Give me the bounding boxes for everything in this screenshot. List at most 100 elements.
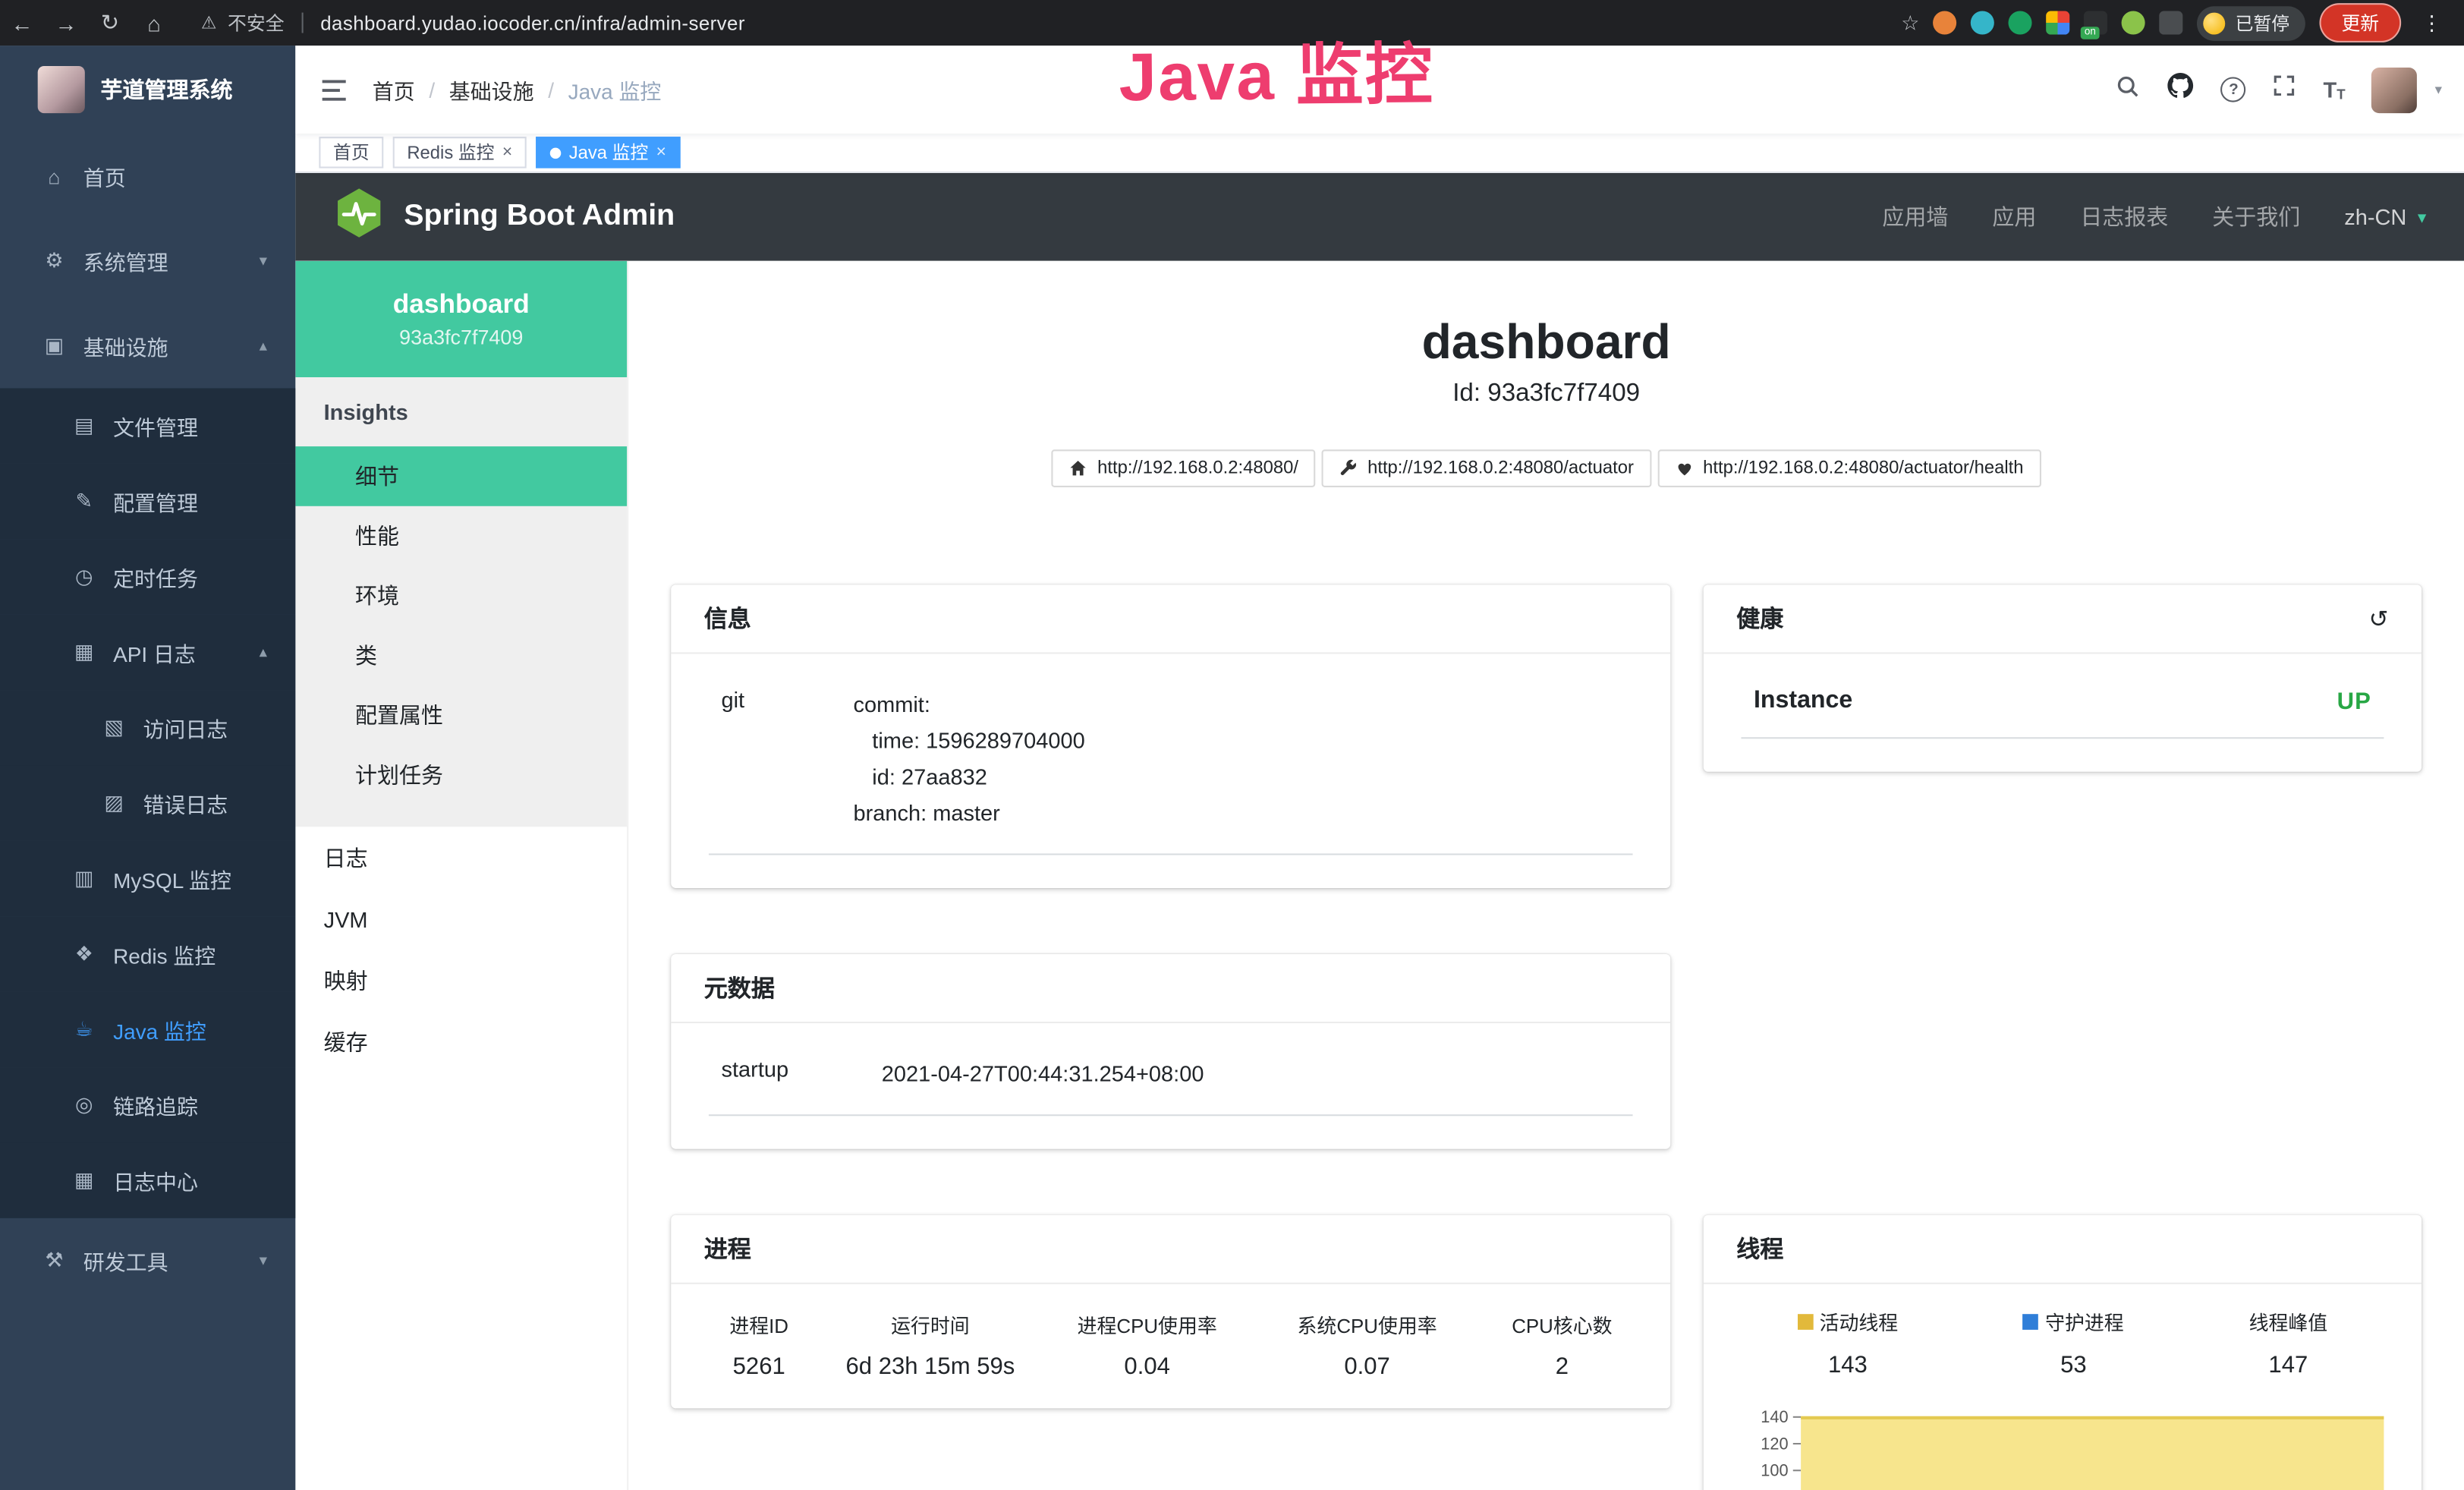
threads-legend: 活动线程 143 守护进程 53 线程峰值 147 [1735, 1306, 2390, 1378]
breadcrumb-separator: / [548, 78, 554, 102]
extension-icon-5[interactable]: on [2085, 11, 2108, 34]
breadcrumb-item[interactable]: 基础设施 [449, 74, 534, 105]
bookmark-star-icon[interactable]: ☆ [1901, 10, 1919, 35]
search-icon[interactable] [2116, 73, 2141, 106]
sidebar-item-file-manage[interactable]: ▤ 文件管理 [0, 388, 295, 463]
avatar-caret-icon[interactable]: ▾ [2435, 81, 2442, 99]
extension-icon-6[interactable] [2123, 11, 2146, 34]
tab-home[interactable]: 首页 [319, 137, 383, 168]
url-text[interactable]: dashboard.yudao.iocoder.cn/infra/admin-s… [320, 12, 745, 34]
row-label: git [709, 687, 854, 832]
sidebar-item-access-log[interactable]: ▧ 访问日志 [0, 690, 295, 765]
sba-item-caches[interactable]: 缓存 [295, 1011, 627, 1073]
sidebar-item-label: 错误日志 [143, 787, 228, 818]
extension-icon-7[interactable] [2160, 11, 2183, 34]
ytick-label: 140 [1761, 1407, 1788, 1426]
sidebar-item-home[interactable]: ⌂ 首页 [0, 134, 295, 219]
gear-icon: ⚙ [41, 248, 68, 273]
paused-label: 已暂停 [2236, 10, 2289, 35]
sba-app-header[interactable]: dashboard 93a3fc7f7409 [295, 261, 627, 377]
metadata-card: 元数据 startup 2021-04-27T00:44:31.254+08:0… [671, 954, 1670, 1149]
legend-swatch-blue [2023, 1313, 2039, 1329]
process-metric: 进程ID 5261 [709, 1309, 810, 1380]
breadcrumb-separator: / [429, 78, 435, 102]
sidebar-item-scheduled-tasks[interactable]: ◷ 定时任务 [0, 539, 295, 614]
locale-selector[interactable]: zh-CN ▾ [2344, 204, 2426, 229]
font-size-icon[interactable]: TT [2323, 77, 2345, 102]
breadcrumb-item-current: Java 监控 [568, 74, 662, 105]
address-bar[interactable]: ⚠ 不安全 dashboard.yudao.iocoder.cn/infra/a… [201, 9, 745, 36]
sba-nav-wallboard[interactable]: 应用墙 [1882, 201, 1948, 232]
screen: ← → ↻ ⌂ ⚠ 不安全 dashboard.yudao.iocoder.cn… [0, 0, 2464, 1490]
sba-nav-applications[interactable]: 应用 [1992, 201, 2036, 232]
info-card: 信息 git commit: time: 1596289704000 id: 2… [671, 584, 1670, 888]
fullscreen-icon[interactable] [2273, 74, 2296, 105]
sba-item-environment[interactable]: 环境 [295, 565, 627, 625]
tab-java-monitor[interactable]: Java 监控 × [536, 137, 680, 168]
sidebar-item-label: 系统管理 [83, 245, 168, 276]
sba-item-metrics[interactable]: 性能 [295, 506, 627, 566]
sba-item-scheduled[interactable]: 计划任务 [295, 745, 627, 805]
instance-url-link[interactable]: http://192.168.0.2:48080/ [1052, 449, 1316, 487]
browser-update-button[interactable]: 更新 [2319, 3, 2401, 43]
sidebar-item-error-log[interactable]: ▨ 错误日志 [0, 765, 295, 840]
browser-back-icon[interactable]: ← [0, 10, 44, 35]
security-warning-icon[interactable]: ⚠ [201, 13, 216, 33]
sidebar-item-tracing[interactable]: ◎ 链路追踪 [0, 1067, 295, 1142]
actuator-url-link[interactable]: http://192.168.0.2:48080/actuator [1322, 449, 1651, 487]
extension-icon-3[interactable] [2009, 11, 2032, 34]
home-icon [1069, 459, 1088, 478]
sba-body: dashboard 93a3fc7f7409 Insights 细节 性能 环境… [295, 261, 2464, 1490]
sidebar-item-config-manage[interactable]: ✎ 配置管理 [0, 464, 295, 539]
browser-forward-icon[interactable]: → [44, 10, 88, 35]
history-icon[interactable]: ↺ [2369, 604, 2389, 632]
browser-home-icon[interactable]: ⌂ [132, 10, 176, 35]
sba-item-mappings[interactable]: 映射 [295, 950, 627, 1011]
browser-reload-icon[interactable]: ↻ [88, 9, 132, 36]
browser-menu-icon[interactable]: ⋮ [2415, 10, 2448, 35]
sba-nav-about[interactable]: 关于我们 [2212, 201, 2300, 232]
sidebar-item-log-center[interactable]: ▦ 日志中心 [0, 1142, 295, 1218]
sba-item-classes[interactable]: 类 [295, 625, 627, 685]
startup-value: 2021-04-27T00:44:31.254+08:00 [882, 1057, 1633, 1093]
hamburger-icon[interactable] [295, 78, 372, 102]
sba-item-details[interactable]: 细节 [295, 446, 627, 506]
close-icon[interactable]: × [502, 143, 512, 162]
monitor-icon: ▣ [41, 333, 68, 358]
extension-on-badge: on [2082, 27, 2099, 39]
chart-y-axis: 140 120 100 [1735, 1397, 1801, 1490]
sba-item-config-props[interactable]: 配置属性 [295, 685, 627, 745]
sidebar-item-redis-monitor[interactable]: ❖ Redis 监控 [0, 916, 295, 991]
sba-item-logs[interactable]: 日志 [295, 827, 627, 888]
redis-icon: ❖ [71, 941, 97, 966]
sidebar-item-mysql-monitor[interactable]: ▥ MySQL 监控 [0, 841, 295, 916]
timer-icon: ◷ [71, 564, 97, 589]
page-subtitle: Id: 93a3fc7f7409 [628, 380, 2464, 408]
breadcrumb-item[interactable]: 首页 [373, 74, 415, 105]
sba-item-jvm[interactable]: JVM [295, 888, 627, 950]
profile-avatar-icon [2204, 12, 2226, 34]
help-icon[interactable]: ? [2221, 77, 2246, 102]
wrench-icon [1339, 459, 1358, 478]
sba-nav-journal[interactable]: 日志报表 [2080, 201, 2168, 232]
sidebar-item-label: MySQL 监控 [113, 863, 231, 894]
git-row: git commit: time: 1596289704000 id: 27aa… [709, 687, 1633, 855]
sba-brand[interactable]: Spring Boot Admin [404, 200, 675, 235]
extension-icon-2[interactable] [1972, 11, 1995, 34]
tab-redis-monitor[interactable]: Redis 监控 × [393, 137, 527, 168]
sidebar-item-infra[interactable]: ▣ 基础设施 ▴ [0, 304, 295, 389]
app-logo-row[interactable]: 芋道管理系统 [0, 46, 295, 134]
sidebar-item-dev-tools[interactable]: ⚒ 研发工具 ▾ [0, 1218, 295, 1303]
profile-paused-badge[interactable]: 已暂停 [2198, 5, 2305, 40]
sidebar-item-system[interactable]: ⚙ 系统管理 ▾ [0, 219, 295, 304]
sidebar-item-api-log[interactable]: ▦ API 日志 ▴ [0, 615, 295, 690]
extension-icon-4[interactable] [2047, 11, 2070, 34]
sidebar-item-java-monitor[interactable]: ☕ Java 监控 [0, 992, 295, 1067]
user-avatar[interactable] [2372, 67, 2418, 112]
git-commit-line: commit: [853, 687, 1632, 723]
close-icon[interactable]: × [656, 143, 666, 162]
extension-icon-1[interactable] [1934, 11, 1957, 34]
health-url-link[interactable]: http://192.168.0.2:48080/actuator/health [1657, 449, 2041, 487]
github-icon[interactable] [2167, 72, 2194, 107]
tab-label: Java 监控 [569, 140, 649, 165]
